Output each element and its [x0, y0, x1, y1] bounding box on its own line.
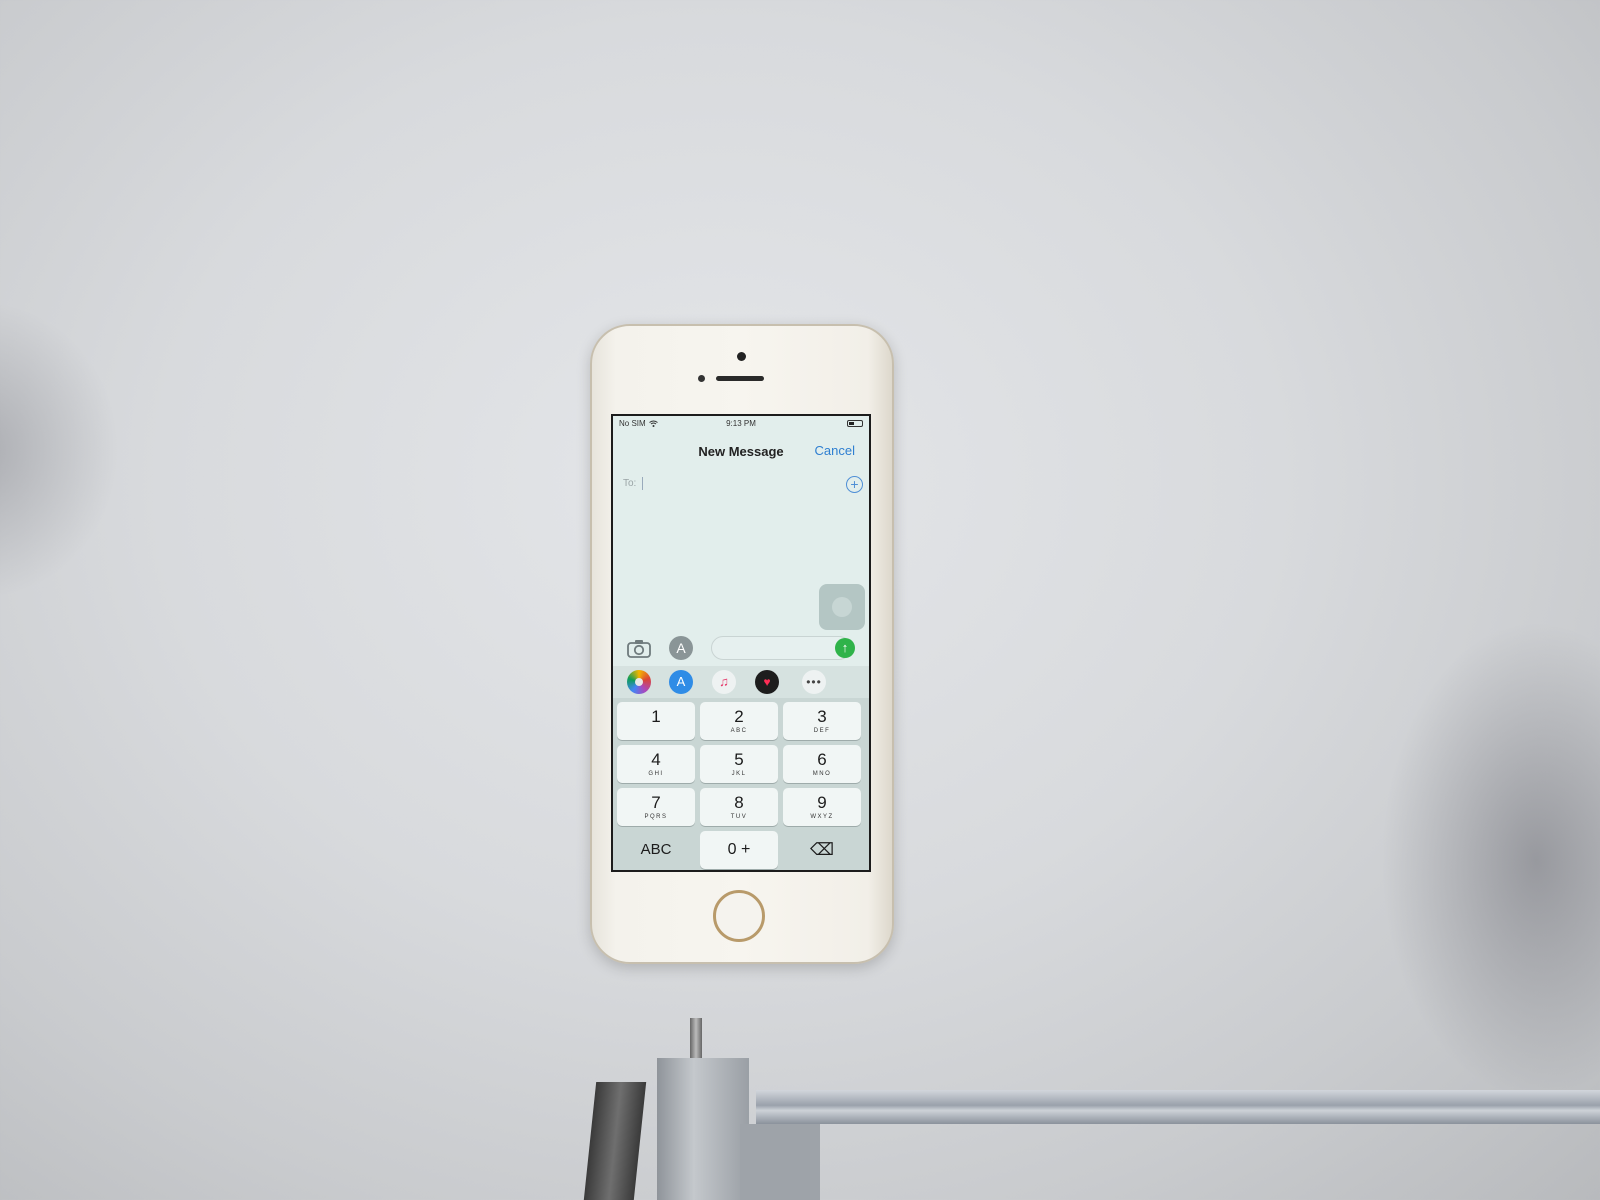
camera-icon[interactable]	[627, 638, 651, 658]
background-shadow-right	[1380, 620, 1600, 1100]
photos-app-icon[interactable]	[627, 670, 651, 694]
recipient-row[interactable]: To: +	[613, 472, 869, 498]
more-apps-icon[interactable]: •••	[802, 670, 826, 694]
mount-arm	[583, 1082, 647, 1200]
key-6[interactable]: 6 MNO	[783, 745, 861, 783]
key-4[interactable]: 4 GHI	[617, 745, 695, 783]
send-button[interactable]: ↑	[835, 638, 855, 658]
abc-key[interactable]: ABC	[617, 831, 695, 869]
key-8[interactable]: 8 TUV	[700, 788, 778, 826]
home-button[interactable]	[713, 890, 765, 942]
digital-touch-app-icon[interactable]: ♥	[755, 670, 779, 694]
phone-screen: No SIM 9:13 PM New Message Cancel To: +	[611, 414, 871, 872]
recipient-input[interactable]	[642, 477, 643, 490]
status-time: 9:13 PM	[726, 419, 756, 428]
imessage-app-drawer: A ♫ ♥ •••	[613, 666, 869, 698]
key-2[interactable]: 2 ABC	[700, 702, 778, 740]
appstore-drawer-button[interactable]: A	[669, 636, 693, 660]
mount-clamp	[657, 1058, 749, 1200]
assistive-touch-button[interactable]	[819, 584, 865, 630]
compose-row: A ↑	[613, 632, 869, 666]
key-0[interactable]: 0 +	[700, 831, 778, 869]
proximity-sensor	[698, 375, 705, 382]
phone-device: No SIM 9:13 PM New Message Cancel To: +	[590, 324, 894, 964]
delete-key[interactable]: ⌫	[783, 831, 861, 869]
front-camera	[737, 352, 746, 361]
earpiece-speaker	[716, 376, 764, 381]
battery-icon	[847, 420, 863, 427]
mount-base	[740, 1124, 820, 1200]
background-shadow-left	[0, 300, 120, 600]
number-keypad: 1 2 ABC 3 DEF 4 GHI 5 JKL 6 MNO 7 PQRS 8…	[613, 698, 869, 870]
music-app-icon[interactable]: ♫	[712, 670, 736, 694]
key-9[interactable]: 9 WXYZ	[783, 788, 861, 826]
key-7[interactable]: 7 PQRS	[617, 788, 695, 826]
key-3[interactable]: 3 DEF	[783, 702, 861, 740]
key-5[interactable]: 5 JKL	[700, 745, 778, 783]
status-bar: No SIM 9:13 PM	[613, 416, 869, 432]
message-input[interactable]	[711, 636, 851, 660]
to-label: To:	[623, 478, 637, 489]
add-contact-button[interactable]: +	[846, 476, 863, 493]
appstore-app-icon[interactable]: A	[669, 670, 693, 694]
key-1[interactable]: 1	[617, 702, 695, 740]
cancel-button[interactable]: Cancel	[815, 443, 855, 458]
desk-surface: No SIM 9:13 PM New Message Cancel To: +	[0, 0, 1600, 1200]
mount-rod	[756, 1090, 1600, 1124]
